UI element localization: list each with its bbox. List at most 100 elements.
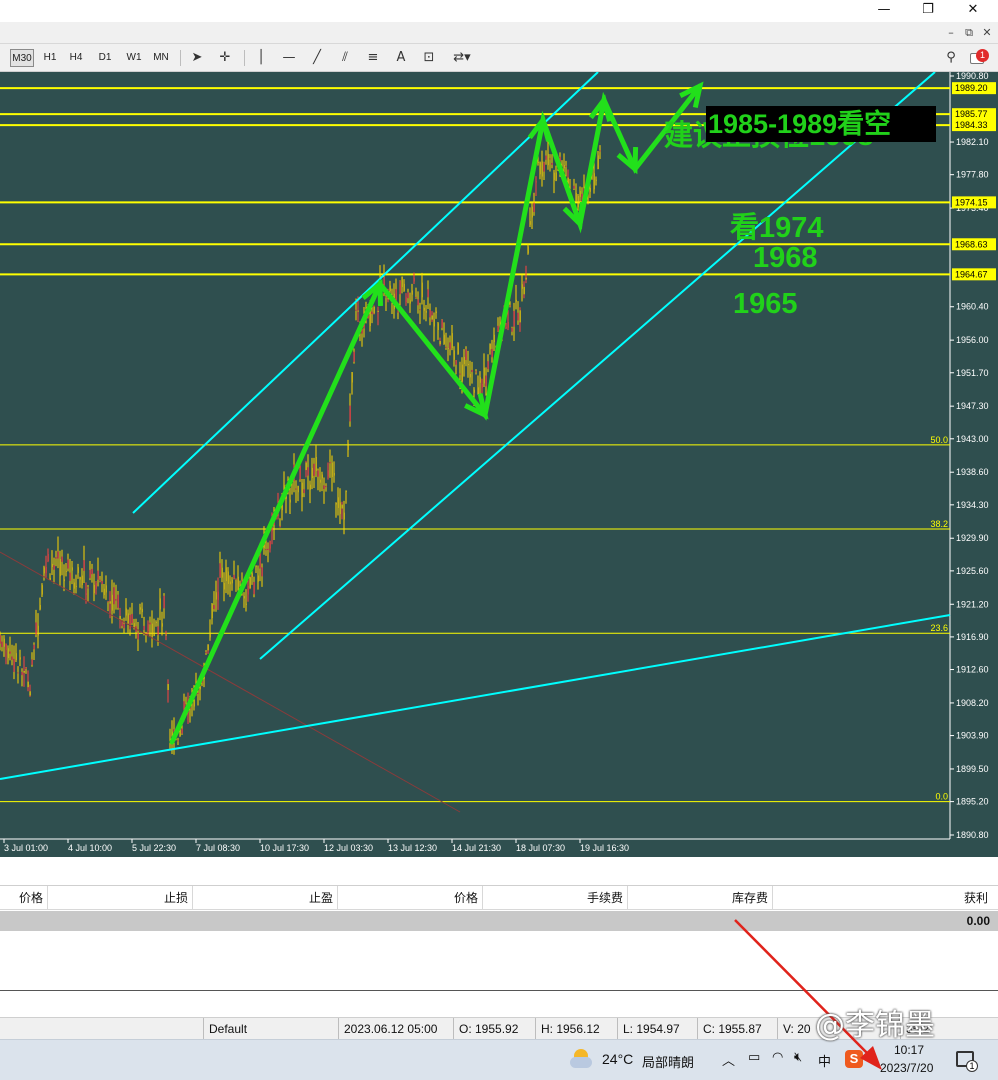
price-chart[interactable]: 1990.801982.101977.801973.401960.401956.… xyxy=(0,72,998,857)
timeframe-h1[interactable]: H1 xyxy=(40,49,60,67)
chart-restore-button[interactable]: ⧉ xyxy=(962,26,976,40)
text-label-icon[interactable]: ⊡ xyxy=(420,48,438,68)
candle-body xyxy=(577,195,579,208)
candle-body xyxy=(347,443,349,451)
candle-body xyxy=(101,580,103,585)
candle-body xyxy=(237,576,239,590)
candle-body xyxy=(153,633,155,636)
weather-temp[interactable]: 24°C xyxy=(602,1051,633,1067)
candle-body xyxy=(23,671,25,673)
fibonacci-icon[interactable]: ≡ xyxy=(364,48,382,68)
horizontal-line-icon[interactable]: — xyxy=(280,48,298,68)
status-datetime: 2023.06.12 05:00 xyxy=(338,1018,453,1040)
sogou-input-icon[interactable]: S xyxy=(845,1050,863,1068)
ime-indicator[interactable]: 中 xyxy=(818,1051,831,1070)
time-tick-label: 5 Jul 22:30 xyxy=(132,843,176,853)
crosshair-icon[interactable]: ✛ xyxy=(216,48,234,68)
candle-body xyxy=(95,583,97,589)
candle-body xyxy=(555,172,557,181)
clock-time[interactable]: 10:17 xyxy=(894,1043,924,1057)
close-window-button[interactable]: ✕ xyxy=(963,2,983,17)
trendline-icon[interactable]: ╱ xyxy=(308,48,326,68)
search-icon[interactable]: ⚲ xyxy=(942,48,960,68)
candle-body xyxy=(519,310,521,323)
candle-body xyxy=(205,651,207,654)
candle-body xyxy=(209,632,211,638)
price-tick-label: 1908.20 xyxy=(956,698,989,708)
price-tick-label: 1960.40 xyxy=(956,302,989,312)
candle-body xyxy=(443,334,445,344)
text-icon[interactable]: A xyxy=(392,48,410,68)
notification-icon[interactable]: 1 xyxy=(970,49,989,66)
volume-muted-icon[interactable]: 🔇︎ xyxy=(794,1050,802,1065)
candle-body xyxy=(93,584,95,594)
candle-body xyxy=(355,309,357,311)
weather-desc[interactable]: 局部晴朗 xyxy=(642,1052,694,1071)
candle-body xyxy=(537,161,539,163)
col-profit[interactable]: 获利 xyxy=(773,886,992,910)
candle-body xyxy=(1,641,3,648)
short-zone-annotation: 1985-1989看空 xyxy=(706,106,936,142)
timeframe-mn[interactable]: MN xyxy=(150,49,172,67)
col-stop-loss[interactable]: 止损 xyxy=(48,886,193,910)
clock-date[interactable]: 2023/7/20 xyxy=(880,1061,933,1075)
battery-icon[interactable]: ▭ xyxy=(748,1050,760,1065)
candle-body xyxy=(327,470,329,477)
vertical-line-icon[interactable]: │ xyxy=(252,48,270,68)
wifi-icon[interactable]: ◠ xyxy=(772,1050,783,1065)
candle-body xyxy=(165,634,167,636)
timeframe-d1[interactable]: D1 xyxy=(95,49,115,67)
balance-row[interactable]: 0.00 xyxy=(0,911,998,931)
col-price[interactable]: 价格 xyxy=(0,886,48,910)
restore-window-button[interactable]: ❐ xyxy=(918,2,938,17)
candle-body xyxy=(535,181,537,183)
arrows-icon[interactable]: ⇄▾ xyxy=(448,48,476,68)
cursor-icon[interactable]: ➤ xyxy=(188,48,206,68)
candle-body xyxy=(115,599,117,601)
candle-body xyxy=(517,312,519,321)
weather-icon[interactable] xyxy=(570,1049,594,1069)
chevron-up-icon[interactable]: ︿ xyxy=(722,1050,735,1069)
candle-body xyxy=(469,373,471,378)
timeframe-h4[interactable]: H4 xyxy=(66,49,86,67)
candle-body xyxy=(125,608,127,616)
channel-icon[interactable]: ⫽ xyxy=(336,48,354,68)
candle-body xyxy=(453,350,455,360)
candle-body xyxy=(147,624,149,631)
candle-body xyxy=(417,299,419,306)
col-price-2[interactable]: 价格 xyxy=(338,886,483,910)
candle-body xyxy=(441,319,443,328)
candle-body xyxy=(61,556,63,562)
price-tick-label: 1977.80 xyxy=(956,170,989,180)
col-swap[interactable]: 库存费 xyxy=(628,886,773,910)
minimize-window-button[interactable]: — xyxy=(874,2,894,17)
chart-close-button[interactable]: ✕ xyxy=(980,26,994,40)
candle-body xyxy=(109,601,111,604)
candle-body xyxy=(599,150,601,152)
candle-body xyxy=(41,585,43,595)
col-take-profit[interactable]: 止盈 xyxy=(193,886,338,910)
status-profile[interactable]: Default xyxy=(203,1018,338,1040)
timeframe-m30[interactable]: M30 xyxy=(10,49,34,67)
candle-body xyxy=(371,311,373,314)
candle-body xyxy=(111,594,113,611)
candle-body xyxy=(207,644,209,651)
candle-body xyxy=(455,360,457,365)
candle-body xyxy=(329,462,331,464)
fib-level-label: 38.2 xyxy=(930,519,948,529)
candle-body xyxy=(99,579,101,582)
candle-body xyxy=(163,595,165,609)
candle-body xyxy=(91,568,93,575)
time-tick-label: 12 Jul 03:30 xyxy=(324,843,373,853)
candle-body xyxy=(541,161,543,177)
candle-body xyxy=(7,648,9,658)
timeframe-w1[interactable]: W1 xyxy=(124,49,144,67)
time-tick-label: 3 Jul 01:00 xyxy=(4,843,48,853)
candle-body xyxy=(427,289,429,298)
chart-minimize-button[interactable]: – xyxy=(944,26,958,40)
candle-body xyxy=(221,567,223,578)
notification-badge: 1 xyxy=(976,49,989,62)
candle-body xyxy=(265,549,267,551)
candle-body xyxy=(319,479,321,483)
col-commission[interactable]: 手续费 xyxy=(483,886,628,910)
